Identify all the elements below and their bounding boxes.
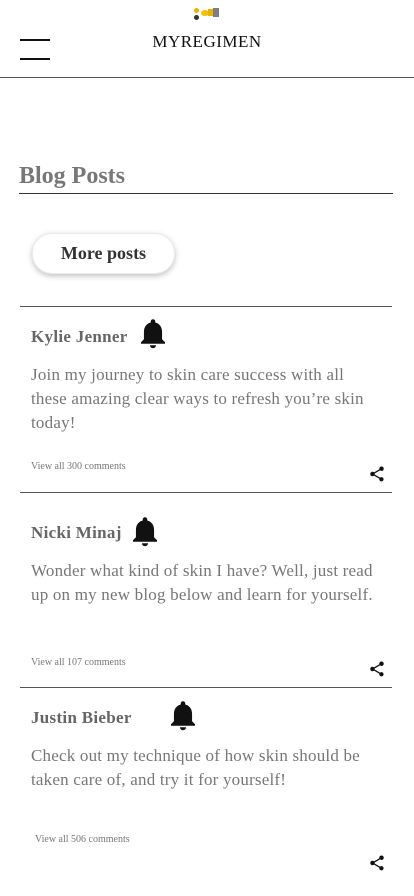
post-author[interactable]: Justin Bieber (31, 708, 132, 728)
app-title: MYREGIMEN (152, 32, 262, 51)
bell-icon[interactable] (128, 514, 162, 550)
share-icon[interactable] (368, 660, 386, 678)
blog-post: Justin Bieber Check out my technique of … (0, 687, 414, 887)
section-title: Blog Posts (19, 163, 126, 189)
top-bar: MYREGIMEN (0, 0, 414, 78)
bell-icon[interactable] (166, 698, 200, 734)
more-posts-button[interactable]: More posts (32, 233, 175, 274)
share-icon[interactable] (368, 465, 386, 483)
post-body: Join my journey to skin care success wit… (31, 365, 364, 432)
post-body: Wonder what kind of skin I have? Well, j… (31, 561, 373, 604)
view-comments-link[interactable]: View all 300 comments (31, 461, 126, 472)
view-comments-link[interactable]: View all 107 comments (31, 657, 126, 668)
share-icon[interactable] (368, 854, 386, 872)
bell-icon[interactable] (136, 316, 170, 352)
blog-post: Kylie Jenner Join my journey to skin car… (0, 306, 414, 492)
post-author[interactable]: Nicki Minaj (31, 523, 122, 543)
view-comments-link[interactable]: View all 506 comments (35, 834, 130, 845)
post-body: Check out my technique of how skin shoul… (31, 746, 360, 789)
blog-post: Nicki Minaj Wonder what kind of skin I h… (0, 492, 414, 687)
section-divider (19, 193, 393, 194)
post-author[interactable]: Kylie Jenner (31, 327, 128, 347)
